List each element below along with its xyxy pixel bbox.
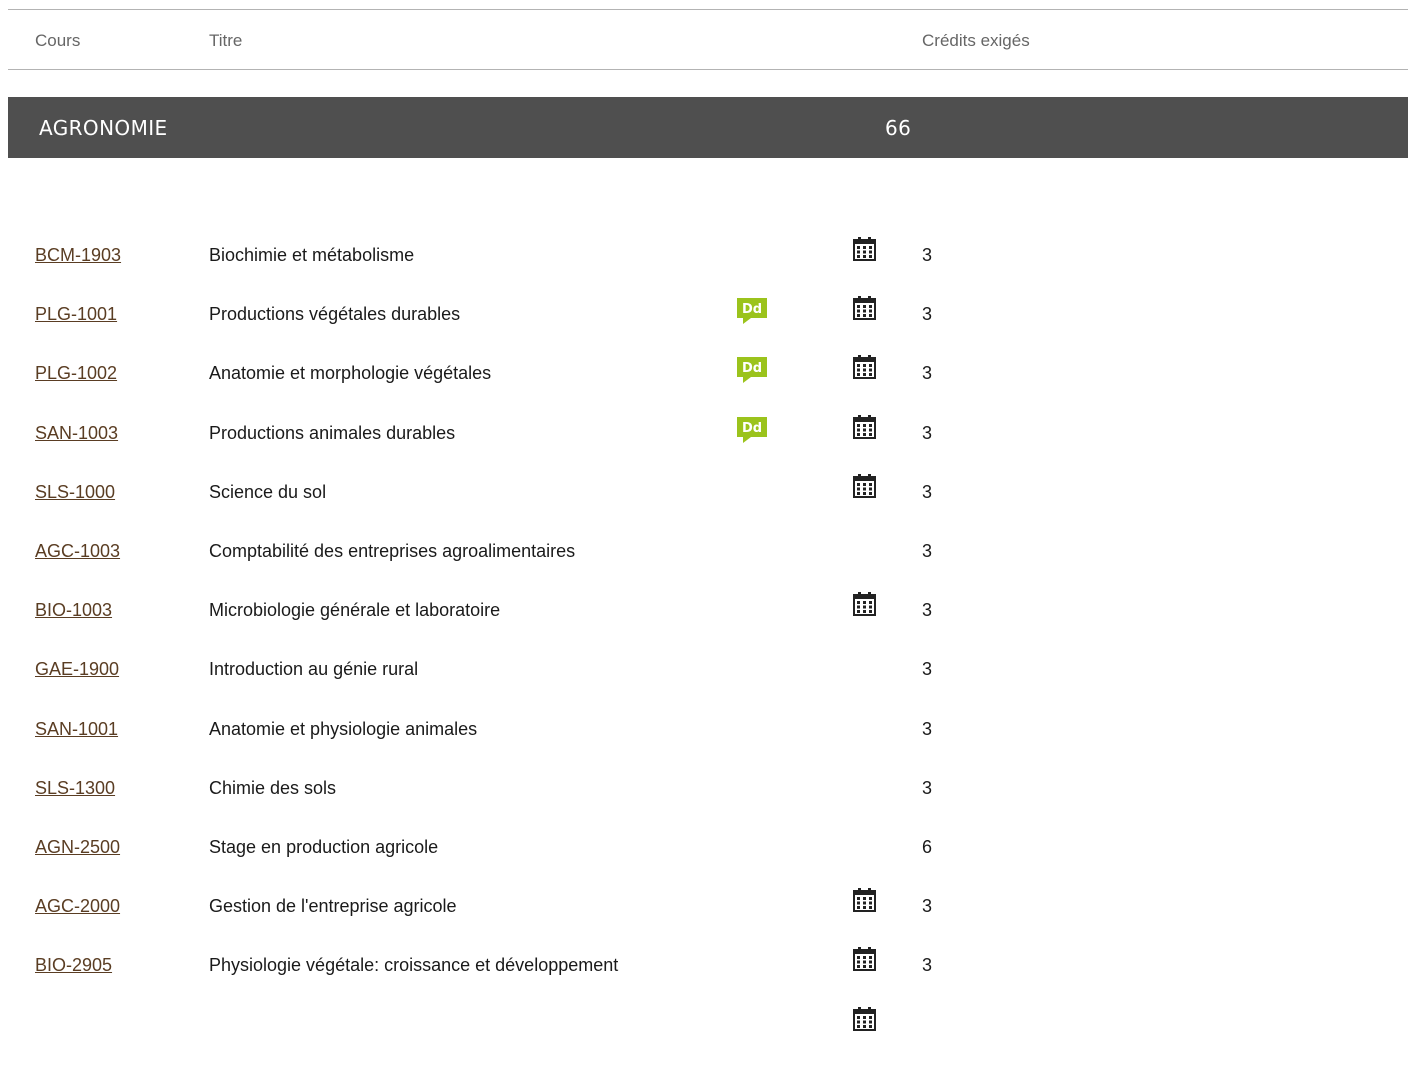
table-row: GAE-1900 Introduction au génie rural 3 — [0, 659, 1408, 718]
course-title: Biochimie et métabolisme — [209, 245, 415, 265]
course-credits: 3 — [922, 659, 933, 679]
table-row: BIO-2905 Physiologie végétale: croissance… — [0, 947, 1408, 1014]
calendar-icon[interactable] — [852, 1006, 877, 1031]
course-title: Stage en production agricole — [209, 837, 439, 857]
calendar-icon[interactable] — [852, 946, 877, 971]
table-row: SLS-1000 Science du sol 3 — [0, 474, 1408, 541]
course-credits: 3 — [922, 896, 933, 916]
course-title: Anatomie et morphologie végétales — [209, 363, 492, 383]
svg-text:Dd: Dd — [742, 302, 762, 317]
table-row: AGC-2000 Gestion de l'entreprise agricole… — [0, 888, 1408, 955]
table-row — [0, 1007, 1408, 1074]
course-code-link[interactable]: SLS-1000 — [35, 482, 115, 502]
course-credits: 3 — [922, 541, 933, 561]
course-credits: 3 — [922, 600, 933, 620]
course-credits: 3 — [922, 363, 933, 383]
course-credits: 3 — [922, 719, 933, 739]
course-list: BCM-1903 Biochimie et métabolisme 3 PLG-10… — [0, 0, 1408, 1031]
course-title: Science du sol — [209, 482, 327, 502]
svg-text:Dd: Dd — [742, 361, 762, 376]
table-row: SAN-1003 Productions animales durables Dd… — [0, 415, 1408, 482]
svg-text:Dd: Dd — [742, 421, 762, 436]
course-credits: 6 — [922, 837, 933, 857]
dd-badge-icon[interactable]: Dd — [737, 357, 767, 383]
course-code-link[interactable]: SAN-1003 — [35, 423, 118, 443]
calendar-icon[interactable] — [852, 236, 877, 261]
course-credits: 3 — [922, 482, 933, 502]
course-title: Microbiologie générale et laboratoire — [209, 600, 501, 620]
table-row: SAN-1001 Anatomie et physiologie animales… — [0, 719, 1408, 778]
course-code-link[interactable]: GAE-1900 — [35, 659, 119, 679]
calendar-icon[interactable] — [852, 887, 877, 912]
table-row: PLG-1001 Productions végétales durables D… — [0, 296, 1408, 363]
course-credits: 3 — [922, 778, 933, 798]
course-code-link[interactable]: SAN-1001 — [35, 719, 118, 739]
course-code-link[interactable]: PLG-1002 — [35, 363, 117, 383]
course-code-link[interactable]: BIO-1003 — [35, 600, 112, 620]
course-code-link[interactable]: PLG-1001 — [35, 304, 117, 324]
calendar-icon[interactable] — [852, 354, 877, 379]
course-code-link[interactable]: BIO-2905 — [35, 955, 112, 975]
course-credits: 3 — [922, 245, 933, 265]
course-title: Physiologie végétale: croissance et déve… — [209, 955, 619, 975]
table-row: PLG-1002 Anatomie et morphologie végétale… — [0, 355, 1408, 422]
calendar-icon[interactable] — [852, 295, 877, 320]
course-title: Comptabilité des entreprises agroaliment… — [209, 541, 576, 561]
course-credits: 3 — [922, 304, 933, 324]
course-title: Chimie des sols — [209, 778, 337, 798]
dd-badge-icon[interactable]: Dd — [737, 417, 767, 443]
course-code-link[interactable]: AGN-2500 — [35, 837, 120, 857]
table-row: BCM-1903 Biochimie et métabolisme 3 — [0, 237, 1408, 304]
calendar-icon[interactable] — [852, 473, 877, 498]
table-row: AGC-1003 Comptabilité des entreprises agr… — [0, 541, 1408, 600]
course-title: Anatomie et physiologie animales — [209, 719, 478, 739]
table-row: BIO-1003 Microbiologie générale et labora… — [0, 592, 1408, 659]
table-row: SLS-1300 Chimie des sols 3 — [0, 778, 1408, 837]
course-title: Gestion de l'entreprise agricole — [209, 896, 457, 916]
course-code-link[interactable]: AGC-2000 — [35, 896, 120, 916]
course-credits: 3 — [922, 423, 933, 443]
course-title: Productions animales durables — [209, 423, 456, 443]
dd-badge-icon[interactable]: Dd — [737, 298, 767, 324]
table-row: AGN-2500 Stage en production agricole 6 — [0, 837, 1408, 896]
course-title: Introduction au génie rural — [209, 659, 419, 679]
course-credits: 3 — [922, 955, 933, 975]
course-code-link[interactable]: BCM-1903 — [35, 245, 121, 265]
course-title: Productions végétales durables — [209, 304, 461, 324]
course-code-link[interactable]: SLS-1300 — [35, 778, 115, 798]
calendar-icon[interactable] — [852, 414, 877, 439]
calendar-icon[interactable] — [852, 591, 877, 616]
course-code-link[interactable]: AGC-1003 — [35, 541, 120, 561]
